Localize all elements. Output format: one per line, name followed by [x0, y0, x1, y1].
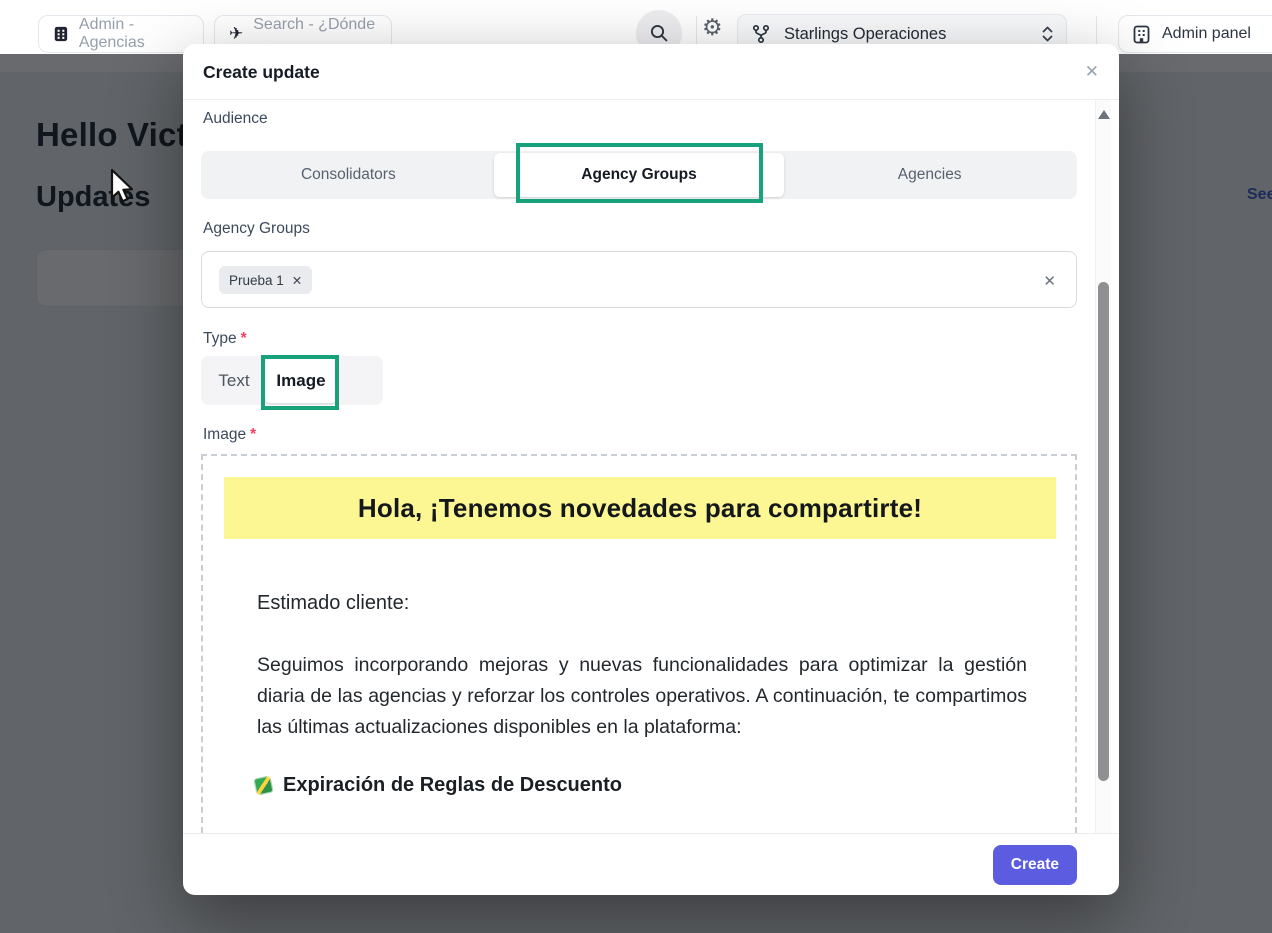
preview-banner-text: Hola, ¡Tenemos novedades para compartirt…: [358, 493, 922, 524]
admin-panel-label: Admin panel: [1162, 25, 1251, 43]
type-segmented-control: Text Image: [201, 356, 383, 405]
type-option-image[interactable]: Image: [265, 358, 337, 403]
required-asterisk: *: [241, 330, 247, 347]
tab-admin-agencias[interactable]: Admin - Agencias: [38, 15, 204, 53]
scroll-up-icon[interactable]: [1098, 110, 1110, 119]
gear-icon[interactable]: ⚙: [702, 11, 723, 43]
audience-label: Audience: [203, 110, 268, 128]
clear-selection-icon[interactable]: ✕: [1043, 252, 1056, 309]
scrollbar-thumb[interactable]: [1098, 282, 1109, 781]
close-icon[interactable]: ✕: [1085, 44, 1099, 100]
image-label: Image*: [203, 426, 256, 444]
audience-option-consolidators[interactable]: Consolidators: [203, 153, 494, 197]
create-update-dialog: Create update ✕ Audience Consolidators A…: [183, 44, 1119, 895]
admin-panel-button[interactable]: Admin panel: [1118, 15, 1272, 53]
chip-remove-icon[interactable]: ✕: [292, 273, 302, 288]
audience-option-agency-groups[interactable]: Agency Groups: [494, 153, 785, 197]
image-dropzone[interactable]: Hola, ¡Tenemos novedades para compartirt…: [201, 454, 1077, 833]
admin-building-icon: [1133, 25, 1150, 44]
type-option-text[interactable]: Text: [203, 358, 265, 403]
airplane-icon: ✈: [229, 24, 243, 44]
audience-option-agencies[interactable]: Agencies: [784, 153, 1075, 197]
dialog-body: Audience Consolidators Agency Groups Age…: [183, 100, 1119, 833]
preview-section-heading: Expiración de Reglas de Descuento: [255, 774, 622, 797]
tab-admin-label: Admin - Agencias: [79, 16, 189, 52]
chevrons-up-down-icon: [1041, 25, 1054, 43]
dialog-footer: Create: [183, 833, 1119, 895]
required-asterisk: *: [250, 426, 256, 443]
preview-section-title: Expiración de Reglas de Descuento: [283, 774, 622, 797]
modal-scrollbar[interactable]: [1095, 100, 1111, 833]
preview-greeting: Estimado cliente:: [257, 592, 409, 615]
preview-banner: Hola, ¡Tenemos novedades para compartirt…: [224, 477, 1056, 539]
type-label-text: Type: [203, 330, 237, 347]
agency-groups-multiselect[interactable]: Prueba 1 ✕ ✕: [201, 251, 1077, 308]
building-icon: [53, 25, 69, 43]
dialog-header: Create update ✕: [183, 44, 1119, 100]
chip-label: Prueba 1: [229, 273, 284, 288]
selected-chip: Prueba 1 ✕: [219, 266, 312, 294]
organization-select-value: Starlings Operaciones: [784, 25, 1027, 44]
search-icon: [649, 23, 669, 43]
type-label: Type*: [203, 330, 247, 348]
image-label-text: Image: [203, 426, 246, 443]
dialog-title: Create update: [203, 44, 320, 100]
audience-segmented-control: Consolidators Agency Groups Agencies: [201, 151, 1077, 199]
preview-paragraph: Seguimos incorporando mejoras y nuevas f…: [257, 650, 1027, 743]
create-button[interactable]: Create: [993, 845, 1077, 885]
agency-groups-label: Agency Groups: [203, 220, 310, 238]
green-tag-icon: [253, 775, 273, 795]
org-branch-icon: [752, 24, 770, 44]
